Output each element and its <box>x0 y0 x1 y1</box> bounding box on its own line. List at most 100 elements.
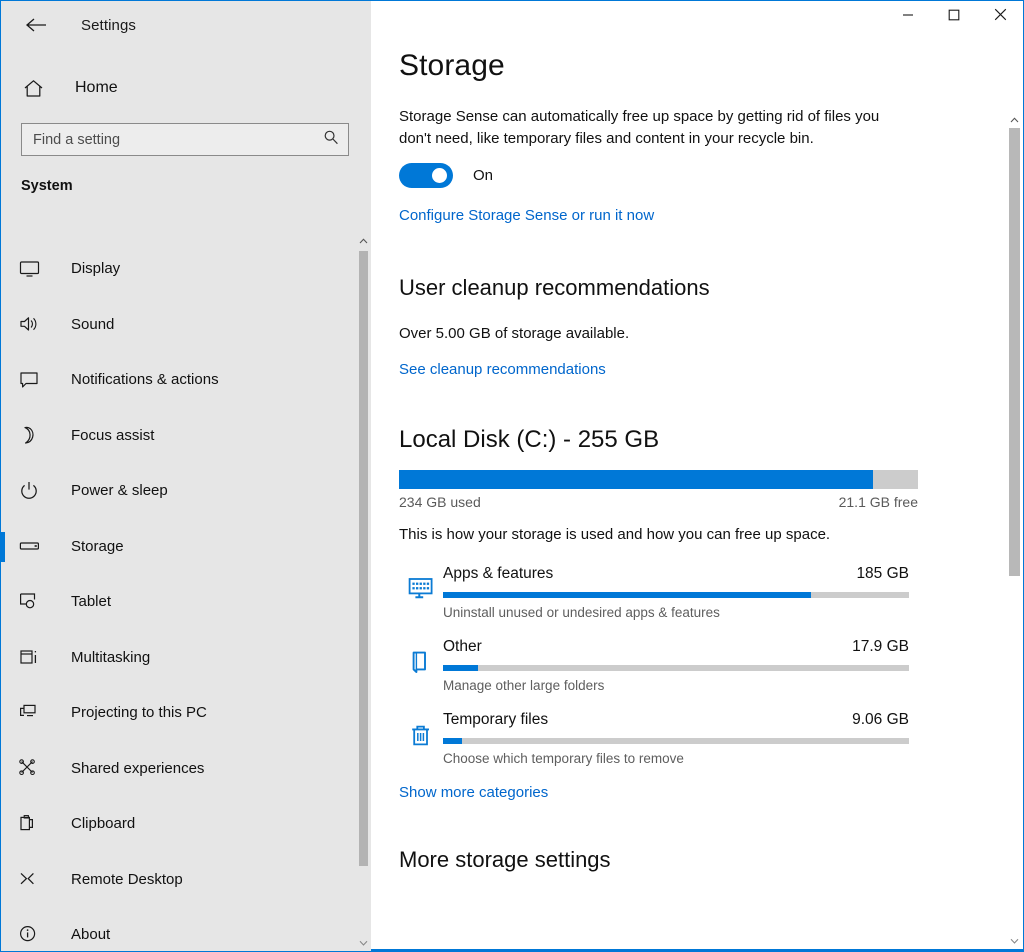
selection-accent <box>1 365 5 395</box>
storage-category-bar <box>443 665 909 671</box>
sidebar-item-label: Clipboard <box>71 815 135 832</box>
chat-bubble-icon <box>19 368 45 392</box>
sidebar-titlebar: Settings <box>1 1 371 49</box>
sidebar-item-sound[interactable]: Sound <box>1 297 371 353</box>
show-more-categories-link[interactable]: Show more categories <box>399 784 548 801</box>
sidebar-item-shared-experiences[interactable]: Shared experiences <box>1 741 371 797</box>
selection-accent <box>1 865 5 895</box>
moon-icon <box>19 423 45 447</box>
power-icon <box>19 479 45 503</box>
storage-category-row[interactable]: Apps & features 185 GB Uninstall unused … <box>399 565 1023 620</box>
disk-usage-legend: 234 GB used 21.1 GB free <box>399 494 918 510</box>
content-scroll-thumb[interactable] <box>1009 128 1020 576</box>
storage-sense-toggle-state: On <box>473 167 493 184</box>
disk-title: Local Disk (C:) - 255 GB <box>399 426 1023 454</box>
sidebar-group-title: System <box>1 178 371 194</box>
storage-category-fill <box>443 665 478 671</box>
sidebar-item-label: Tablet <box>71 593 111 610</box>
content-scroll-up-button[interactable] <box>1006 111 1023 128</box>
storage-category-list: Apps & features 185 GB Uninstall unused … <box>399 565 1023 766</box>
storage-category-subtitle: Uninstall unused or undesired apps & fea… <box>443 605 909 620</box>
sidebar-item-notifications[interactable]: Notifications & actions <box>1 352 371 408</box>
speaker-icon <box>19 312 45 336</box>
sidebar-item-tablet[interactable]: Tablet <box>1 574 371 630</box>
cleanup-section-title: User cleanup recommendations <box>399 275 1023 301</box>
sidebar-item-label: Projecting to this PC <box>71 704 207 721</box>
more-storage-settings-title: More storage settings <box>399 847 1023 873</box>
sidebar-item-clipboard[interactable]: Clipboard <box>1 796 371 852</box>
content-scroll-down-button[interactable] <box>1006 932 1023 949</box>
sidebar-item-about[interactable]: About <box>1 907 371 951</box>
share-nodes-icon <box>19 756 45 780</box>
storage-category-header: Temporary files 9.06 GB <box>443 711 909 729</box>
sidebar-nav-list: Display Sound Notifications & actions <box>1 233 371 951</box>
storage-category-body: Temporary files 9.06 GB Choose which tem… <box>443 711 909 766</box>
storage-category-bar <box>443 592 909 598</box>
page-title: Storage <box>399 49 1023 83</box>
sidebar-item-storage[interactable]: Storage <box>1 519 371 575</box>
sidebar-scrollbar[interactable] <box>355 233 371 951</box>
folder-icon <box>399 638 443 676</box>
storage-category-body: Other 17.9 GB Manage other large folders <box>443 638 909 693</box>
selection-accent <box>1 310 5 340</box>
selection-accent <box>1 476 5 506</box>
content-scrollbar[interactable] <box>1006 111 1023 949</box>
search-input[interactable] <box>22 124 348 155</box>
storage-sense-toggle[interactable] <box>399 163 453 188</box>
cleanup-availability-text: Over 5.00 GB of storage available. <box>399 323 889 345</box>
see-cleanup-recommendations-link[interactable]: See cleanup recommendations <box>399 361 606 378</box>
sidebar-nav-scroll: Display Sound Notifications & actions <box>1 233 371 951</box>
sidebar-item-label: Shared experiences <box>71 760 204 777</box>
selection-accent <box>1 754 5 784</box>
storage-category-name: Other <box>443 638 482 656</box>
storage-category-subtitle: Choose which temporary files to remove <box>443 751 909 766</box>
home-icon <box>23 79 49 98</box>
storage-category-bar <box>443 738 909 744</box>
sidebar-item-label: Storage <box>71 538 124 555</box>
selection-accent <box>1 643 5 673</box>
content-body: Storage Storage Sense can automatically … <box>371 1 1023 873</box>
apps-monitor-icon <box>399 565 443 601</box>
selection-accent <box>1 920 5 950</box>
sidebar-scroll-thumb[interactable] <box>359 251 368 866</box>
storage-category-fill <box>443 738 462 744</box>
selection-accent <box>1 698 5 728</box>
sidebar-item-focus-assist[interactable]: Focus assist <box>1 408 371 464</box>
multitasking-icon <box>19 645 45 669</box>
selection-accent <box>1 254 5 284</box>
configure-storage-sense-link[interactable]: Configure Storage Sense or run it now <box>399 207 654 224</box>
storage-category-size: 9.06 GB <box>852 711 909 729</box>
selection-accent <box>1 532 5 562</box>
sidebar-item-projecting[interactable]: Projecting to this PC <box>1 685 371 741</box>
disk-usage-fill <box>399 470 873 489</box>
sidebar: Settings Home System <box>1 1 371 951</box>
remote-desktop-icon <box>19 867 45 891</box>
sidebar-item-remote-desktop[interactable]: Remote Desktop <box>1 852 371 908</box>
project-icon <box>19 701 45 725</box>
sidebar-item-multitasking[interactable]: Multitasking <box>1 630 371 686</box>
drive-icon <box>19 534 45 558</box>
search-box[interactable] <box>21 123 349 156</box>
storage-category-subtitle: Manage other large folders <box>443 678 909 693</box>
sidebar-item-label: Sound <box>71 316 114 333</box>
storage-category-row[interactable]: Other 17.9 GB Manage other large folders <box>399 638 1023 693</box>
storage-category-fill <box>443 592 811 598</box>
monitor-icon <box>19 257 45 281</box>
storage-sense-description: Storage Sense can automatically free up … <box>399 106 889 149</box>
sidebar-item-label: About <box>71 926 110 943</box>
sidebar-item-label: Multitasking <box>71 649 150 666</box>
settings-window: Settings Home System <box>0 0 1024 952</box>
window-title: Settings <box>81 17 136 34</box>
sidebar-item-home[interactable]: Home <box>1 67 371 109</box>
sidebar-item-label: Focus assist <box>71 427 154 444</box>
storage-sense-toggle-row: On <box>399 163 1023 188</box>
sidebar-item-power-sleep[interactable]: Power & sleep <box>1 463 371 519</box>
sidebar-item-home-label: Home <box>75 79 118 97</box>
storage-category-row[interactable]: Temporary files 9.06 GB Choose which tem… <box>399 711 1023 766</box>
sidebar-item-display[interactable]: Display <box>1 241 371 297</box>
trash-icon <box>399 711 443 749</box>
sidebar-scroll-down-button[interactable] <box>355 935 371 951</box>
sidebar-scroll-up-button[interactable] <box>355 233 371 249</box>
back-button[interactable] <box>15 8 57 42</box>
storage-category-body: Apps & features 185 GB Uninstall unused … <box>443 565 909 620</box>
